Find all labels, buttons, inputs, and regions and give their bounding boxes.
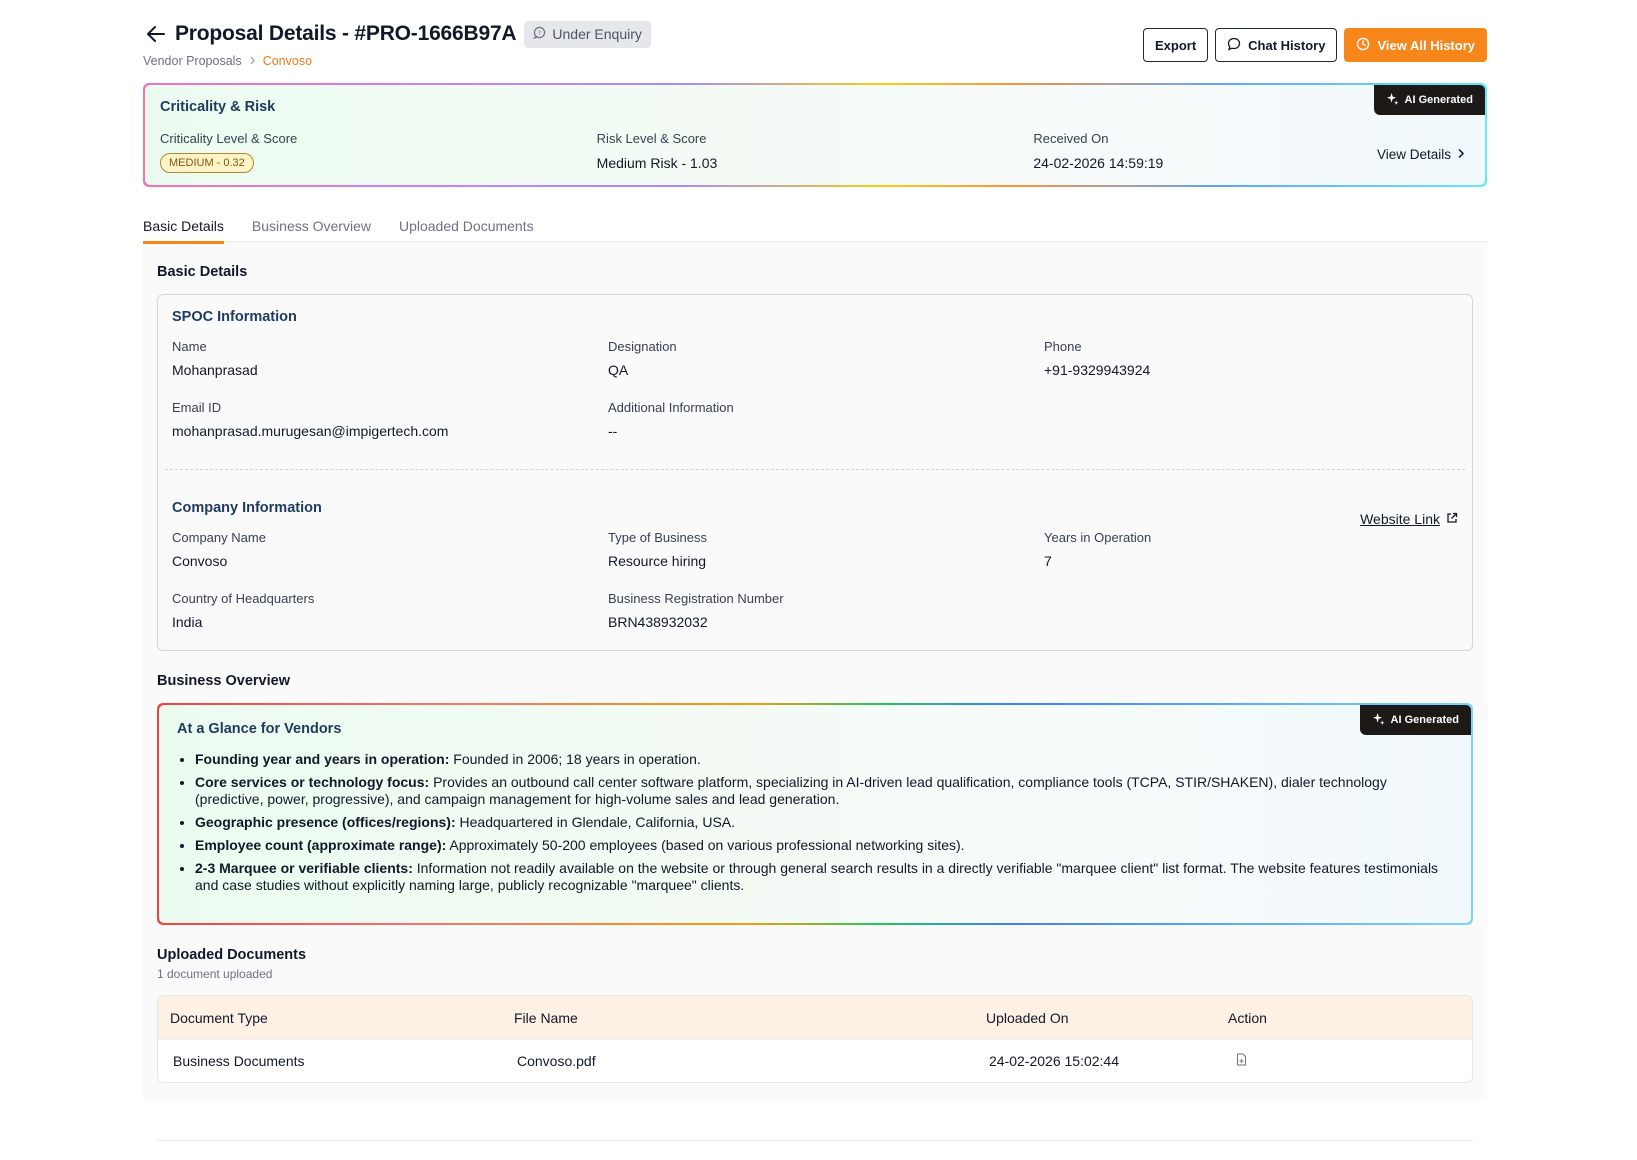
designation-value: QA: [608, 362, 629, 378]
external-link-icon: [1446, 511, 1458, 527]
chat-icon: [1227, 37, 1241, 54]
company-grid: Company Name Convoso Type of Business Re…: [172, 530, 1458, 630]
export-button[interactable]: Export: [1142, 28, 1209, 62]
brn-value: BRN438932032: [608, 614, 708, 630]
email-value: mohanprasad.murugesan@impigertech.com: [172, 423, 449, 439]
breadcrumb-current: Convoso: [262, 54, 313, 68]
uploaded-documents-title: Uploaded Documents: [157, 947, 307, 963]
column-header: Uploaded On: [986, 1009, 1069, 1026]
risk-value: Medium Risk - 1.03: [596, 155, 718, 171]
chat-bubble-icon: ?: [533, 26, 546, 42]
tab-uploaded-documents[interactable]: Uploaded Documents: [399, 209, 534, 242]
additional-info-value: --: [608, 423, 618, 439]
received-label: Received On: [1033, 131, 1109, 146]
tab-bar: Basic Details Business Overview Uploaded…: [143, 209, 1487, 244]
export-label: Export: [1154, 37, 1197, 53]
sparkle-icon: [1386, 92, 1399, 108]
header-actions: Export Chat History View All History: [1142, 28, 1487, 62]
tab-basic-details[interactable]: Basic Details: [143, 209, 224, 244]
criticality-heading: Criticality & Risk: [160, 99, 276, 115]
table-header: Document Type File Name Uploaded On Acti…: [158, 996, 1472, 1039]
criticality-card: Criticality & Risk AI Generated Critical…: [143, 83, 1487, 187]
company-heading: Company Information: [172, 500, 322, 516]
view-all-history-label: View All History: [1377, 37, 1475, 53]
section-divider: [165, 469, 1465, 470]
uploaded-on-cell: 24-02-2026 15:02:44: [989, 1053, 1119, 1069]
overview-bullets: Founding year and years in operation: Fo…: [177, 751, 1453, 894]
ai-generated-badge: AI Generated: [1373, 85, 1485, 115]
breadcrumb-parent[interactable]: Vendor Proposals: [143, 54, 242, 68]
criticality-label: Criticality Level & Score: [160, 131, 298, 146]
sparkle-icon: [1372, 712, 1385, 728]
tab-content: Basic Details SPOC Information Name Moha…: [143, 242, 1487, 1101]
name-label: Name: [172, 339, 207, 354]
clock-icon: [1356, 37, 1370, 54]
website-link-label: Website Link: [1360, 511, 1440, 527]
email-label: Email ID: [172, 400, 222, 415]
column-header: File Name: [514, 1009, 578, 1026]
chevron-right-icon: [1457, 147, 1465, 162]
column-header: Document Type: [170, 1009, 268, 1026]
country-label: Country of Headquarters: [172, 591, 315, 606]
view-details-link[interactable]: View Details: [1377, 147, 1465, 162]
table-row: Business Documents Convoso.pdf 24-02-202…: [158, 1039, 1472, 1082]
spoc-grid: Name Mohanprasad Designation QA Phone +9…: [172, 339, 1458, 439]
chat-history-button[interactable]: Chat History: [1215, 28, 1338, 62]
back-arrow-icon[interactable]: [143, 21, 169, 47]
file-icon[interactable]: [1236, 1053, 1247, 1066]
ai-badge-label: AI Generated: [1390, 714, 1459, 726]
years-label: Years in Operation: [1044, 530, 1152, 545]
at-a-glance-heading: At a Glance for Vendors: [177, 721, 342, 737]
status-text: Under Enquiry: [552, 26, 642, 42]
business-type-value: Resource hiring: [608, 553, 707, 569]
ai-badge-label: AI Generated: [1404, 94, 1473, 106]
company-name-value: Convoso: [172, 553, 228, 569]
status-badge: ? Under Enquiry: [524, 20, 651, 48]
file-name-cell: Convoso.pdf: [517, 1053, 596, 1069]
list-item: Geographic presence (offices/regions): H…: [195, 814, 1453, 831]
business-type-label: Type of Business: [608, 530, 707, 545]
list-item: Core services or technology focus: Provi…: [195, 774, 1453, 808]
business-overview-title: Business Overview: [157, 673, 290, 689]
phone-value: +91-9329943924: [1044, 362, 1151, 378]
brn-label: Business Registration Number: [608, 591, 784, 606]
column-header: Action: [1228, 1009, 1267, 1026]
spoc-heading: SPOC Information: [172, 309, 297, 325]
website-link[interactable]: Website Link: [1360, 511, 1458, 527]
documents-table: Document Type File Name Uploaded On Acti…: [157, 995, 1473, 1083]
basic-details-title: Basic Details: [157, 264, 248, 280]
bottom-divider: [157, 1140, 1473, 1141]
ai-generated-badge: AI Generated: [1359, 705, 1471, 735]
company-name-label: Company Name: [172, 530, 266, 545]
years-value: 7: [1044, 553, 1052, 569]
view-details-label: View Details: [1376, 147, 1451, 162]
at-a-glance-card: At a Glance for Vendors AI Generated Fou…: [157, 703, 1473, 925]
view-all-history-button[interactable]: View All History: [1344, 28, 1487, 62]
chat-history-label: Chat History: [1248, 37, 1326, 53]
country-value: India: [172, 614, 203, 630]
additional-info-label: Additional Information: [608, 400, 734, 415]
name-value: Mohanprasad: [172, 362, 258, 378]
phone-label: Phone: [1044, 339, 1082, 354]
action-cell: [1228, 1053, 1472, 1069]
proposal-details-page: Proposal Details - #PRO-1666B97A ? Under…: [143, 20, 1487, 1101]
list-item: Founding year and years in operation: Fo…: [195, 751, 1453, 768]
list-item: 2-3 Marquee or verifiable clients: Infor…: [195, 860, 1453, 894]
chevron-right-icon: [249, 54, 256, 68]
designation-label: Designation: [608, 339, 677, 354]
list-item: Employee count (approximate range): Appr…: [195, 837, 1453, 854]
page-title: Proposal Details - #PRO-1666B97A: [175, 22, 517, 45]
tab-business-overview[interactable]: Business Overview: [252, 209, 371, 242]
risk-label: Risk Level & Score: [596, 131, 707, 146]
criticality-badge: MEDIUM - 0.32: [160, 153, 254, 173]
svg-text:?: ?: [538, 30, 541, 37]
basic-details-box: SPOC Information Name Mohanprasad Design…: [157, 294, 1473, 651]
documents-count: 1 document uploaded: [157, 967, 273, 981]
document-type-cell: Business Documents: [173, 1053, 305, 1069]
